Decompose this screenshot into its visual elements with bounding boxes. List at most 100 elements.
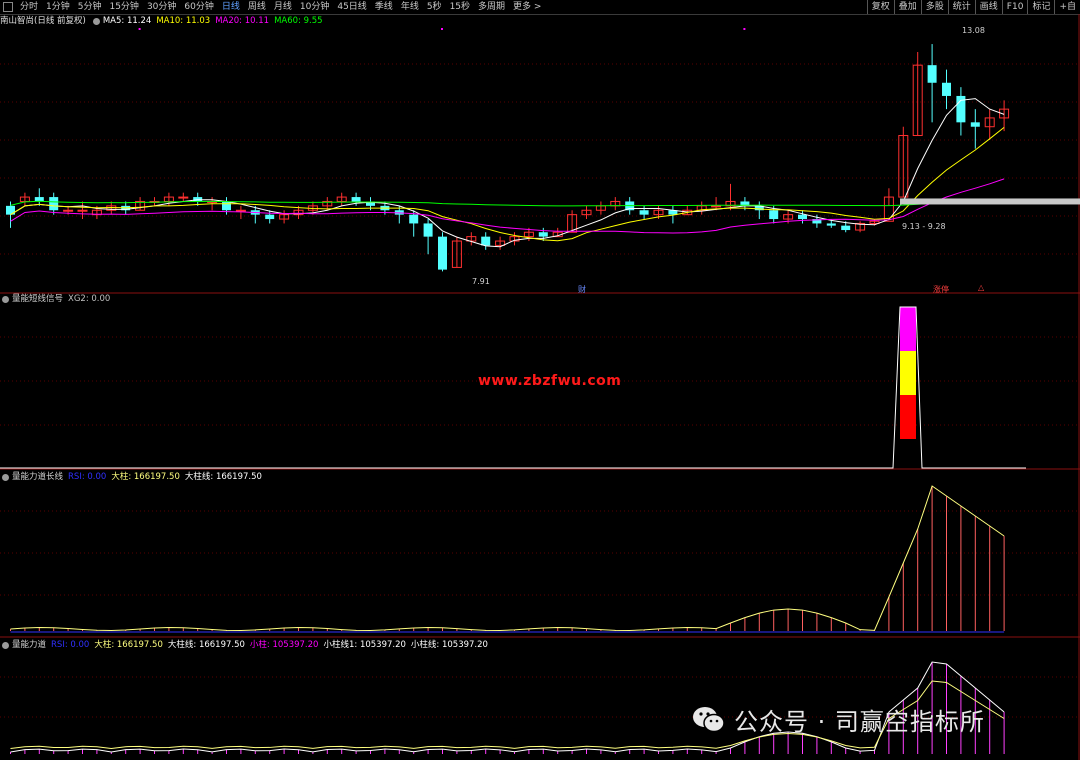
panel4-title: 量能力道 xyxy=(12,640,47,650)
candle-body-down xyxy=(222,201,231,211)
signal-bar-segment xyxy=(900,351,916,395)
candle-body-down xyxy=(639,210,649,215)
settings-dot-icon[interactable] xyxy=(92,17,100,25)
indicator-value: 小柱线: 105397.20 xyxy=(410,640,488,650)
toolbar-action-button[interactable]: +自 xyxy=(1054,0,1080,14)
panel3-legend: 量能力道长线 RSI: 0.00 大柱: 166197.50 大柱线: 166197… xyxy=(0,471,272,483)
indicator-value: XG2: 0.00 xyxy=(68,294,111,304)
wechat-caption-text: 公众号 · 司赢空指标所 xyxy=(734,708,985,736)
candle-body-up xyxy=(178,196,189,199)
toolbar-action-button[interactable]: 统计 xyxy=(947,0,975,14)
indicator-value: MA5: 11.24 xyxy=(102,16,152,26)
period-tab[interactable]: 多周期 xyxy=(474,0,509,14)
big-bar-line xyxy=(10,485,1005,631)
panel4-legend: 量能力道 RSI: 0.00 大柱: 166197.50 大柱线: 166197.5… xyxy=(0,639,498,651)
candle-body-down xyxy=(769,210,779,220)
finance-event-tag[interactable]: 财 xyxy=(578,284,586,295)
ma5-line xyxy=(10,98,1005,248)
candle-body-down xyxy=(49,197,59,211)
signal-marker xyxy=(743,28,746,30)
period-tab[interactable]: 1分钟 xyxy=(42,0,74,14)
period-tab[interactable]: 5秒 xyxy=(423,0,446,14)
candle-body-down xyxy=(970,122,980,127)
range-label: 9.13 - 9.28 xyxy=(902,222,946,231)
period-tab[interactable]: 月线 xyxy=(270,0,296,14)
toolbar-action-button[interactable]: 画线 xyxy=(974,0,1002,14)
stock-name: 南山智尚(日线 前复权) xyxy=(0,16,86,26)
indicator-value: MA20: 10.11 xyxy=(215,16,270,26)
limit-up-tag[interactable]: 涨停 xyxy=(933,284,949,295)
candle-body-down xyxy=(538,232,548,237)
indicator-value: RSI: 0.00 xyxy=(68,472,107,482)
panel3-values: RSI: 0.00 大柱: 166197.50 大柱线: 166197.50 xyxy=(68,471,267,483)
toolbar-action-button[interactable]: F10 xyxy=(1001,0,1028,14)
period-tab[interactable]: 45日线 xyxy=(333,0,370,14)
toolbar-actions: 复权 叠加 多股 统计 画线 F10 标记 +自 xyxy=(866,0,1080,14)
period-tab[interactable]: 季线 xyxy=(371,0,397,14)
candle-body-down xyxy=(841,225,851,231)
panel2-title: 量能短线信号 xyxy=(12,294,64,304)
panel4-values: RSI: 0.00 大柱: 166197.50 大柱线: 166197.50 小柱: … xyxy=(51,639,493,651)
wechat-logo-icon xyxy=(693,706,725,732)
period-tabs: 分时 1分钟 5分钟 15分钟 30分钟 60分钟 日线 周线 月线 10分钟 45日线 季线 年线 5秒… xyxy=(0,0,545,14)
settings-dot-icon[interactable] xyxy=(2,473,9,481)
candle-body-down xyxy=(409,214,419,224)
indicator-value: 大柱线: 166197.50 xyxy=(167,640,245,650)
period-tab[interactable]: 分时 xyxy=(16,0,42,14)
high-price-label: 13.08 xyxy=(962,26,985,35)
alert-tag[interactable]: △ xyxy=(978,283,984,292)
panel2-legend: 量能短线信号 XG2: 0.00 xyxy=(0,293,120,305)
low-price-label: 7.91 xyxy=(472,277,490,286)
period-tab[interactable]: 5分钟 xyxy=(74,0,106,14)
period-toolbar: 分时 1分钟 5分钟 15分钟 30分钟 60分钟 日线 周线 月线 10分钟 45日线 季线 年线 5秒… xyxy=(0,0,1080,15)
indicator-value: 大柱线: 166197.50 xyxy=(184,472,262,482)
candle-body-up xyxy=(63,209,74,212)
indicator-value: 小柱线1: 105397.20 xyxy=(323,640,406,650)
signal-bar-segment xyxy=(900,395,916,439)
wechat-caption: 公众号 · 司赢空指标所 xyxy=(692,702,985,737)
candle-body-down xyxy=(927,65,937,83)
period-tab[interactable]: 日线 xyxy=(218,0,244,14)
toolbar-action-button[interactable]: 标记 xyxy=(1027,0,1054,14)
candle-body-up xyxy=(235,209,246,212)
panel3-title: 量能力道长线 xyxy=(12,472,64,482)
menu-icon[interactable] xyxy=(3,2,13,12)
period-tab[interactable]: 15秒 xyxy=(446,0,474,14)
settings-dot-icon[interactable] xyxy=(2,295,9,303)
ma-values: MA5: 11.24 MA10: 11.03 MA20: 10.11 MA60: 9.… xyxy=(103,15,328,27)
toolbar-action-button[interactable]: 多股 xyxy=(920,0,948,14)
main-legend: 南山智尚(日线 前复权) MA5: 11.24 MA10: 11.03 MA20: … xyxy=(0,15,333,27)
period-tab[interactable]: 周线 xyxy=(244,0,270,14)
period-tab[interactable]: 15分钟 xyxy=(105,0,142,14)
signal-bar-segment xyxy=(900,307,916,351)
signal-marker xyxy=(138,28,141,30)
candle-body-up xyxy=(77,209,88,212)
candle-body-down xyxy=(423,223,433,237)
indicator-value: MA10: 11.03 xyxy=(156,16,211,26)
candle-body-down xyxy=(265,214,275,220)
period-tab[interactable]: 更多 > xyxy=(509,0,545,14)
settings-dot-icon[interactable] xyxy=(2,641,9,649)
toolbar-action-button[interactable]: 复权 xyxy=(866,0,894,14)
period-tab[interactable]: 60分钟 xyxy=(180,0,217,14)
signal-marker xyxy=(441,28,443,30)
candle-body-down xyxy=(826,223,836,226)
candle-body-down xyxy=(942,82,951,96)
candle-body-down xyxy=(798,214,807,220)
indicator-value: 小柱: 105397.20 xyxy=(249,640,319,650)
indicator-value: 大柱: 166197.50 xyxy=(94,640,163,650)
period-tab[interactable]: 30分钟 xyxy=(143,0,180,14)
candle-body-down xyxy=(481,236,491,246)
candle-body-down xyxy=(438,236,447,270)
toolbar-action-button[interactable]: 叠加 xyxy=(893,0,921,14)
indicator-value: 大柱: 166197.50 xyxy=(111,472,180,482)
watermark-url: www.zbzfwu.com xyxy=(478,373,622,389)
indicator-value: RSI: 0.00 xyxy=(51,640,90,650)
candle-body-down xyxy=(351,197,361,202)
candle-body-up xyxy=(711,205,722,208)
indicator-value: MA60: 9.55 xyxy=(274,16,323,26)
panel2-values: XG2: 0.00 xyxy=(68,293,115,305)
period-tab[interactable]: 10分钟 xyxy=(296,0,333,14)
period-tab[interactable]: 年线 xyxy=(397,0,423,14)
price-band xyxy=(900,198,1080,205)
